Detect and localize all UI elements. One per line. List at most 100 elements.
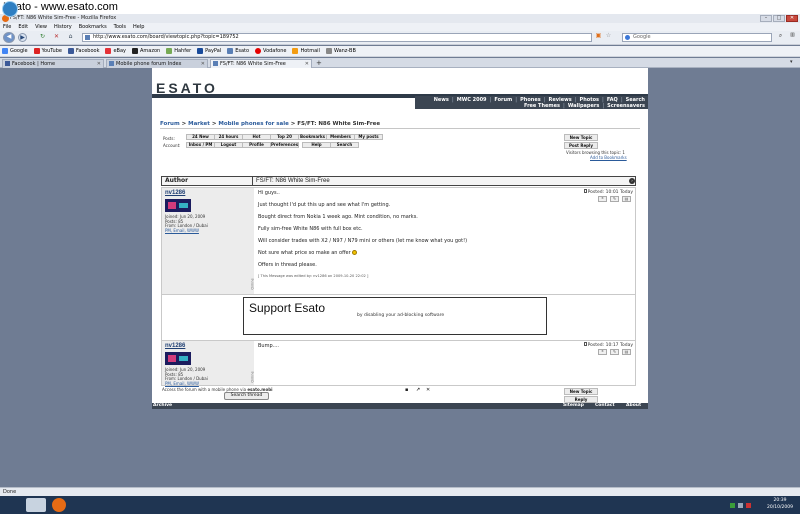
bookmark-amazon[interactable]: Amazon (132, 46, 160, 56)
rss-icon[interactable]: ▣ (594, 32, 603, 41)
contact-link[interactable]: Contact (595, 403, 615, 409)
post-reply-button[interactable]: Post Reply (564, 142, 598, 149)
menu-file[interactable]: File (3, 23, 11, 31)
tab-facebook[interactable]: Facebook | Home ✕ (2, 59, 104, 68)
new-topic-button[interactable]: New Topic (564, 134, 598, 141)
post-icon (583, 342, 587, 346)
help-button[interactable]: Help (302, 142, 331, 148)
bookmark-ebay[interactable]: eBay (105, 46, 126, 56)
firefox-taskbar-icon[interactable] (52, 498, 66, 512)
author-name[interactable]: nv1286 (165, 190, 251, 196)
bookmarks-toolbar: Google YouTube Facebook eBay Amazon Hahf… (0, 46, 800, 57)
tab-list-button[interactable]: ▾ (790, 59, 793, 65)
nav-screensavers[interactable]: Screensavers (607, 103, 645, 109)
breadcrumb-category[interactable]: Mobile phones for sale (218, 121, 288, 127)
forward-button[interactable]: ▶ (18, 33, 27, 42)
search-input[interactable]: Google (622, 33, 772, 42)
menu-view[interactable]: View (35, 23, 47, 31)
posts-top20-button[interactable]: Top 20 (270, 134, 299, 140)
preferences-button[interactable]: Preferences (270, 142, 299, 148)
footer-reply-button[interactable]: Reply (564, 396, 598, 403)
search-forum-button[interactable]: Search (330, 142, 359, 148)
bookmark-esato[interactable]: Esato (227, 46, 249, 56)
stop-icon[interactable]: ✕ (52, 33, 61, 42)
tab-forum-index[interactable]: Mobile phone forum Index ✕ (106, 59, 208, 68)
start-button[interactable] (2, 1, 18, 17)
add-bookmark-link[interactable]: Add to Bookmarks (590, 155, 627, 160)
close-icon[interactable]: ✕ (426, 388, 431, 393)
menu-bookmarks[interactable]: Bookmarks (79, 23, 107, 31)
reload-icon[interactable]: ↻ (38, 33, 47, 42)
print-icon[interactable]: ▪ (405, 388, 410, 393)
thread-arrow-icon[interactable]: › (629, 178, 635, 184)
home-icon[interactable]: ⌂ (66, 33, 75, 42)
edit-icon[interactable]: ✎ (610, 196, 619, 202)
archive-link[interactable]: Archive (153, 403, 172, 409)
delete-icon[interactable]: ▤ (622, 196, 631, 202)
search-thread-button[interactable]: Search thread (224, 392, 269, 400)
volume-icon[interactable] (738, 503, 743, 508)
quote-icon[interactable]: ❝ (598, 349, 607, 355)
star-icon[interactable]: ☆ (604, 32, 613, 41)
bookmark-facebook[interactable]: Facebook (67, 46, 99, 56)
bookmark-paypal[interactable]: PayPal (197, 46, 221, 56)
delete-icon[interactable]: ▤ (622, 349, 631, 355)
posts-24-new-button[interactable]: 24 New (186, 134, 215, 140)
bookmark-hotmail[interactable]: Hotmail (292, 46, 320, 56)
inbox-pm-button[interactable]: Inbox / PM (186, 142, 215, 148)
menu-history[interactable]: History (54, 23, 72, 31)
nav-mwc[interactable]: MWC 2009 (457, 97, 487, 103)
menu-tools[interactable]: Tools (114, 23, 126, 31)
bookmark-google[interactable]: Google (2, 46, 28, 56)
nav-news[interactable]: News (434, 97, 449, 103)
bookmark-hahfer[interactable]: Hahfer (166, 46, 191, 56)
edit-icon[interactable]: ✎ (610, 349, 619, 355)
system-clock[interactable]: 20:39 20/10/2009 (760, 497, 800, 514)
breadcrumb-forum[interactable]: Forum (160, 121, 180, 127)
expand-icon[interactable]: ↗ (416, 388, 421, 393)
address-bar[interactable]: http://www.esato.com/board/viewtopic.php… (82, 33, 592, 42)
posts-bookmarks-button[interactable]: Bookmarks (298, 134, 327, 140)
about-link[interactable]: About (626, 403, 641, 409)
bookmark-youtube[interactable]: YouTube (33, 46, 62, 56)
logout-button[interactable]: Logout (214, 142, 243, 148)
maximize-button[interactable]: □ (773, 15, 785, 22)
quote-icon[interactable]: ❝ (598, 196, 607, 202)
new-tab-button[interactable]: + (316, 59, 322, 67)
site-navigation: News | MWC 2009 | Forum | Phones | Reviews | … (415, 96, 648, 109)
addon-icon[interactable]: ▥ (788, 32, 797, 41)
posts-members-button[interactable]: Members (326, 134, 355, 140)
post-tools: ❝ ✎ ▤ (598, 196, 631, 202)
sitemap-link[interactable]: Sitemap (563, 403, 584, 409)
tab-current-thread[interactable]: FS/FT: N86 White Sim-Free ✕ (210, 59, 312, 68)
security-icon[interactable] (746, 503, 751, 508)
posts-my-posts-button[interactable]: My posts (354, 134, 383, 140)
nav-free-themes[interactable]: Free Themes (524, 103, 560, 109)
menu-edit[interactable]: Edit (18, 23, 28, 31)
search-go-icon[interactable]: ⌕ (776, 32, 785, 41)
posts-24-hours-button[interactable]: 24 hours (214, 134, 243, 140)
posts-hot-button[interactable]: Hot (242, 134, 271, 140)
author-name[interactable]: nv1286 (165, 343, 251, 349)
taskbar-app-icon[interactable] (26, 498, 46, 512)
vodafone-icon (255, 48, 262, 54)
bookmark-wanz-bb[interactable]: Wanz-BB (325, 46, 356, 56)
menu-help[interactable]: Help (133, 23, 144, 31)
close-tab-icon[interactable]: ✕ (305, 60, 309, 68)
nav-wallpapers[interactable]: Wallpapers (568, 103, 600, 109)
nav-forum[interactable]: Forum (494, 97, 512, 103)
ebay-icon (105, 48, 112, 54)
network-icon[interactable] (730, 503, 735, 508)
profile-button[interactable]: Profile (242, 142, 271, 148)
close-tab-icon[interactable]: ✕ (201, 60, 205, 68)
footer-new-topic-button[interactable]: New Topic (564, 388, 598, 395)
author-contact-links[interactable]: PM, Email, WWW (165, 381, 251, 387)
close-tab-icon[interactable]: ✕ (97, 60, 101, 68)
back-button[interactable]: ◀ (3, 32, 15, 43)
bookmark-vodafone[interactable]: Vodafone (255, 46, 286, 56)
close-window-button[interactable]: ✕ (786, 15, 798, 22)
minimize-button[interactable]: – (760, 15, 772, 22)
breadcrumb-market[interactable]: Market (188, 121, 210, 127)
author-contact-links[interactable]: PM, Email, WWW (165, 228, 251, 234)
esato-icon (213, 61, 218, 66)
